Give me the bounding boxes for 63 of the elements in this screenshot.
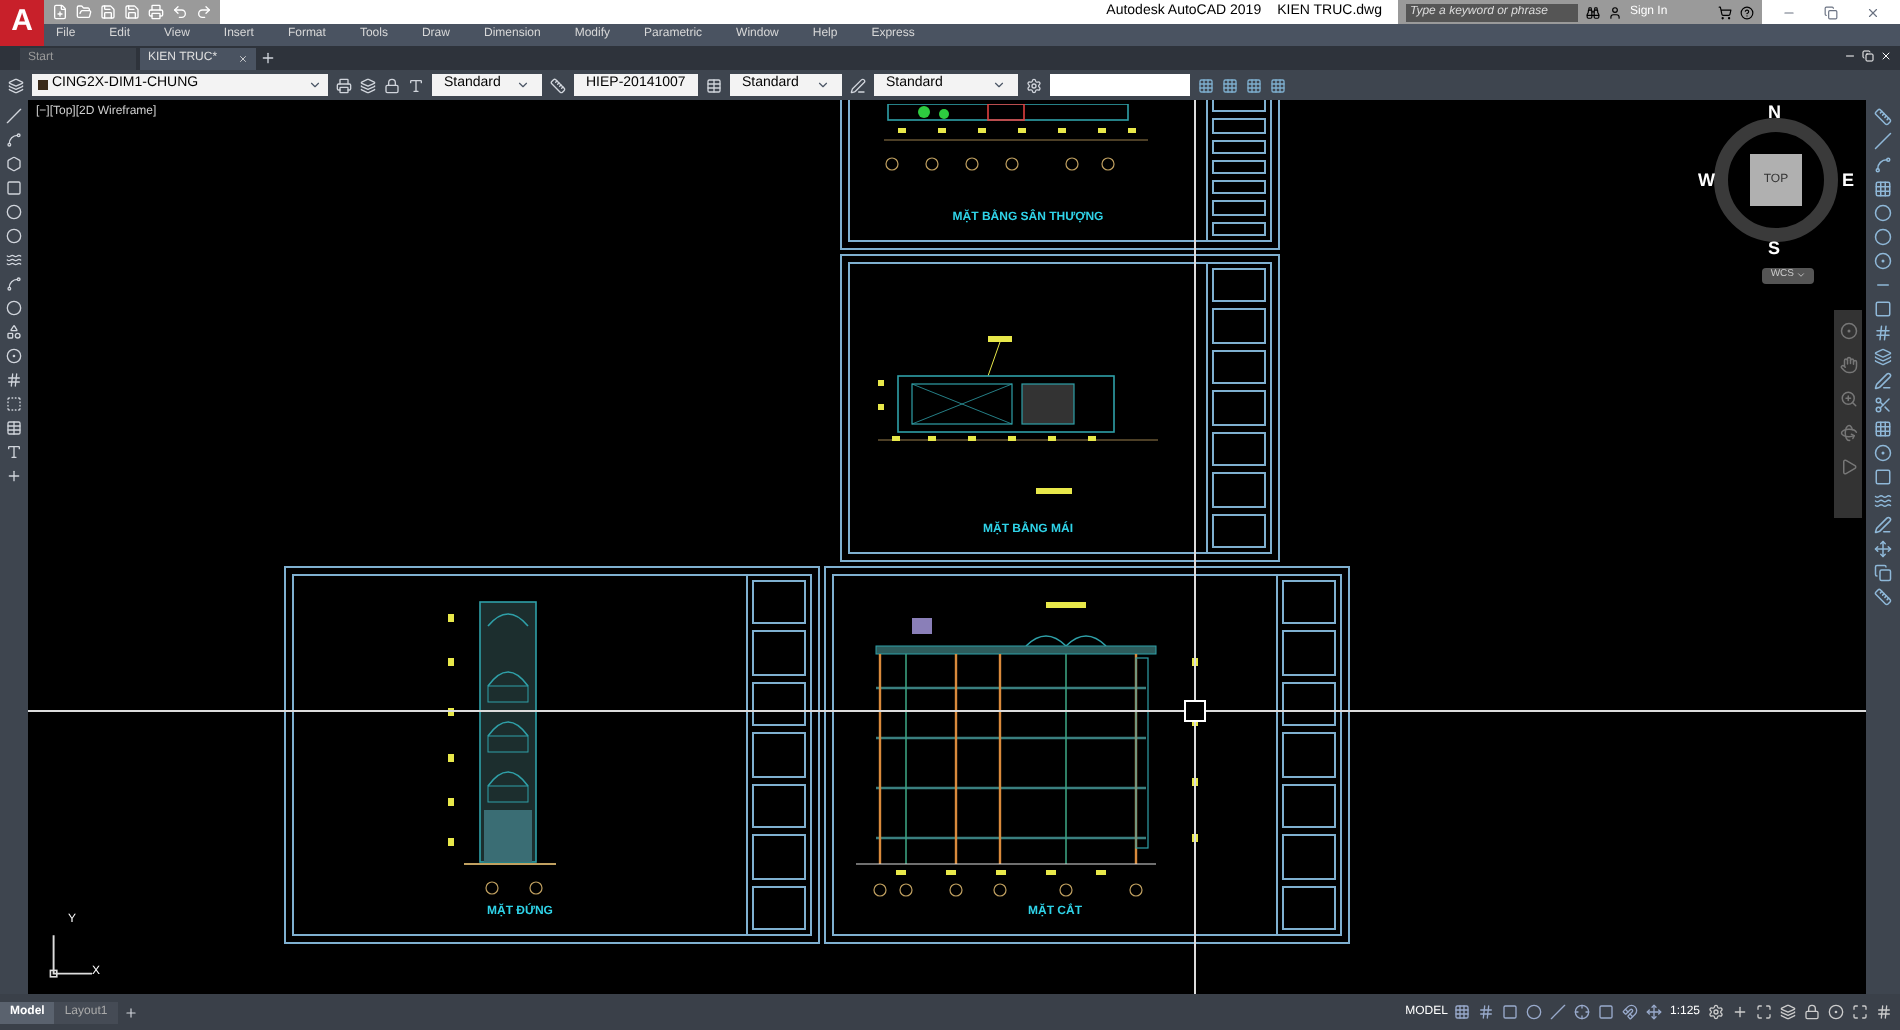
layer-color-swatch	[38, 80, 48, 90]
view-tool-icon[interactable]	[1270, 77, 1286, 93]
polygon-icon[interactable]	[6, 156, 22, 172]
save-icon[interactable]	[100, 4, 116, 20]
view-tool-icon[interactable]	[1198, 77, 1214, 93]
chevron-down-icon	[308, 78, 322, 92]
save-as-icon[interactable]	[124, 4, 140, 20]
compass-label: W	[1698, 168, 1715, 194]
ucs-axes-icon	[44, 930, 92, 982]
zoom-icon[interactable]	[1839, 390, 1857, 408]
application-menu-button[interactable]: A	[0, 0, 44, 46]
pan-icon[interactable]	[1839, 356, 1857, 374]
table-style-icon[interactable]	[706, 77, 722, 93]
lock-icon[interactable]	[384, 77, 400, 93]
user-icon	[1608, 5, 1622, 19]
compass-label: E	[1841, 168, 1854, 194]
compass-label: N	[1768, 100, 1781, 126]
settings-icon[interactable]	[1708, 1004, 1724, 1020]
view-tool-icon[interactable]	[1246, 77, 1262, 93]
input-field[interactable]	[1050, 74, 1190, 96]
view-tool-icon[interactable]	[1222, 77, 1238, 93]
restore-icon[interactable]	[1824, 5, 1838, 19]
minimize-icon[interactable]	[1844, 50, 1856, 62]
add-icon[interactable]	[6, 468, 22, 484]
cart-icon[interactable]	[1718, 5, 1732, 19]
redo-icon[interactable]	[196, 4, 212, 20]
circle-icon[interactable]	[6, 228, 22, 244]
object-snap-icon[interactable]	[1573, 1004, 1590, 1020]
folder-icon[interactable]	[76, 4, 92, 20]
line-icon[interactable]	[6, 108, 22, 124]
spline-icon[interactable]	[6, 276, 22, 292]
layer-properties-icon[interactable]	[8, 77, 24, 93]
settings-icon[interactable]	[1026, 77, 1042, 93]
undo-icon[interactable]	[172, 4, 188, 20]
new-tab-icon[interactable]	[260, 50, 276, 66]
point-icon[interactable]	[6, 348, 22, 364]
orbit-icon[interactable]	[1839, 424, 1857, 442]
fullscreen-icon[interactable]	[1852, 1004, 1868, 1020]
grid-icon[interactable]	[1453, 1004, 1470, 1020]
print-icon[interactable]	[148, 4, 164, 20]
chevron-down-icon	[516, 78, 530, 92]
showmotion-icon[interactable]	[1839, 458, 1857, 476]
table-icon[interactable]	[6, 420, 22, 436]
compass-label: S	[1768, 235, 1781, 261]
chevron-down-icon	[992, 78, 1006, 92]
pickbox-cursor	[1184, 700, 1206, 722]
text-icon[interactable]	[6, 444, 22, 460]
text-style-icon[interactable]	[408, 77, 424, 93]
binoculars-icon[interactable]	[1586, 5, 1600, 19]
hatch-icon[interactable]	[6, 372, 22, 388]
help-icon[interactable]	[1740, 5, 1754, 19]
chevron-down-icon	[1796, 270, 1806, 281]
rectangle-icon[interactable]	[6, 180, 22, 196]
linear-dimension-icon[interactable]	[1874, 108, 1892, 126]
lock-icon[interactable]	[1804, 1004, 1820, 1020]
dimension-style-icon[interactable]	[1874, 588, 1892, 606]
new-layout-icon[interactable]	[123, 1005, 138, 1019]
new-file-icon[interactable]	[52, 4, 68, 20]
region-icon[interactable]	[6, 396, 22, 412]
dimension-style-icon[interactable]	[550, 77, 566, 93]
plus-icon[interactable]	[1732, 1004, 1748, 1020]
chevron-down-icon	[816, 78, 830, 92]
restore-icon[interactable]	[1862, 50, 1874, 62]
